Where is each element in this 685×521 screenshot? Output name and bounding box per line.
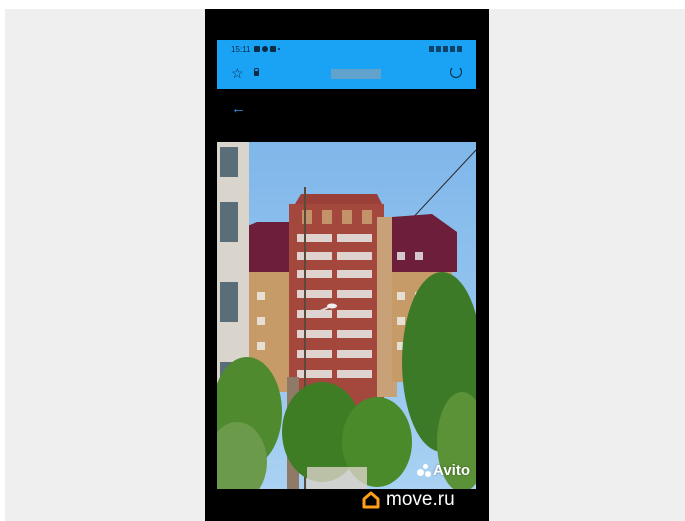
back-arrow-icon[interactable]: ← [231, 100, 246, 117]
reload-icon[interactable] [450, 66, 462, 78]
signal-icon [443, 46, 448, 52]
avito-watermark: Avito [417, 462, 470, 479]
more-notifications-dot-icon [278, 48, 281, 50]
battery-icon [457, 46, 462, 52]
browser-address-bar: ☆ [217, 58, 476, 89]
listing-photo[interactable]: Avito [217, 142, 476, 489]
avito-watermark-text: Avito [433, 462, 470, 479]
whatsapp-notification-icon [262, 46, 269, 52]
mail-notification-icon [270, 46, 277, 52]
move-ru-brand: move.ru [362, 489, 455, 511]
gallery-notification-icon [254, 46, 261, 52]
avito-logo-icon [417, 463, 432, 478]
phone-screen: 15:11 ☆ ← Avito move.ru [205, 9, 489, 521]
star-icon[interactable]: ☆ [231, 65, 244, 82]
wifi-icon [436, 46, 441, 52]
lock-icon [253, 68, 260, 76]
building-photo-image [217, 142, 476, 489]
status-bar: 15:11 [217, 40, 476, 58]
notification-icons [254, 46, 281, 52]
system-status-icons [429, 46, 462, 52]
alarm-icon [429, 46, 434, 52]
move-ru-brand-text: move.ru [386, 489, 455, 510]
url-field-redacted[interactable] [331, 69, 381, 79]
move-ru-house-icon [362, 491, 380, 509]
signal-2-icon [450, 46, 455, 52]
status-time: 15:11 [231, 44, 251, 54]
